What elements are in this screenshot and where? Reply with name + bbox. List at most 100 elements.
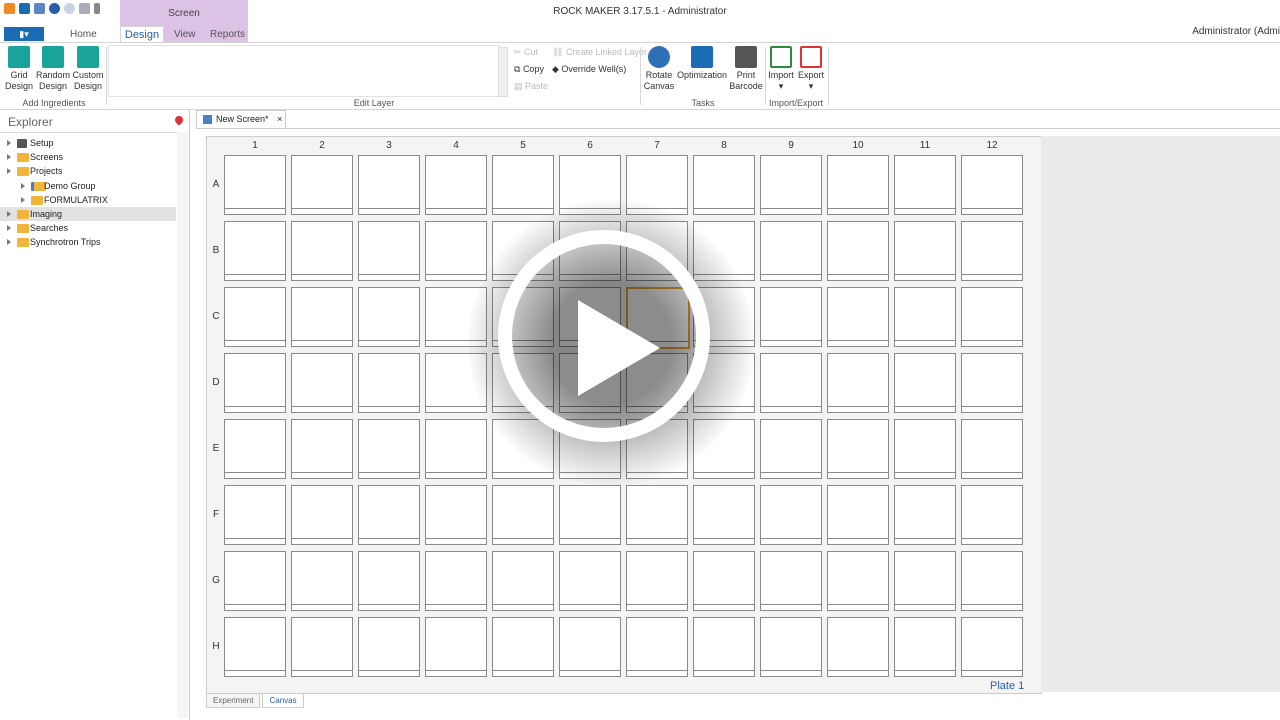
column-header[interactable]: 1 [224,140,286,151]
well[interactable] [961,419,1023,479]
well[interactable] [894,155,956,215]
well[interactable] [626,485,688,545]
well[interactable] [358,419,420,479]
tree-item[interactable]: Synchrotron Trips [0,235,176,249]
row-header[interactable]: G [210,575,222,586]
well[interactable] [961,617,1023,677]
random-design-button[interactable]: Random Design [36,46,70,92]
well[interactable] [760,155,822,215]
column-header[interactable]: 2 [291,140,353,151]
expand-arrow-icon[interactable] [7,140,11,146]
well[interactable] [425,617,487,677]
well[interactable] [492,485,554,545]
well[interactable] [358,155,420,215]
column-header[interactable]: 3 [358,140,420,151]
well[interactable] [425,551,487,611]
well[interactable] [425,221,487,281]
well[interactable] [961,155,1023,215]
well[interactable] [894,419,956,479]
well[interactable] [291,155,353,215]
well[interactable] [224,419,286,479]
well[interactable] [693,155,755,215]
well[interactable] [358,287,420,347]
well[interactable] [827,551,889,611]
well[interactable] [425,485,487,545]
well[interactable] [291,287,353,347]
tree-item[interactable]: Projects [0,164,176,178]
well[interactable] [224,287,286,347]
well[interactable] [760,419,822,479]
well[interactable] [559,617,621,677]
row-header[interactable]: H [210,641,222,652]
well[interactable] [224,155,286,215]
tab-canvas[interactable]: Canvas [262,693,304,708]
tree-item[interactable]: Screens [0,150,176,164]
well[interactable] [894,287,956,347]
tree-item[interactable]: Searches [0,221,176,235]
tab-home[interactable]: Home [70,29,97,40]
well[interactable] [291,551,353,611]
well[interactable] [291,353,353,413]
tab-reports[interactable]: Reports [210,29,245,40]
well[interactable] [693,551,755,611]
column-header[interactable]: 9 [760,140,822,151]
well[interactable] [425,419,487,479]
column-header[interactable]: 12 [961,140,1023,151]
tab-new-screen[interactable]: New Screen* × [196,110,286,128]
well[interactable] [358,221,420,281]
tab-view[interactable]: View [174,29,196,40]
expand-arrow-icon[interactable] [7,168,11,175]
well[interactable] [961,353,1023,413]
well[interactable] [894,551,956,611]
expand-arrow-icon[interactable] [21,196,25,203]
well[interactable] [291,419,353,479]
well[interactable] [693,485,755,545]
row-header[interactable]: B [210,245,222,256]
well[interactable] [760,287,822,347]
well[interactable] [961,485,1023,545]
well[interactable] [492,155,554,215]
user-label[interactable]: Administrator (Admi [1192,26,1280,37]
well[interactable] [291,221,353,281]
well[interactable] [559,551,621,611]
cut-button[interactable]: ✂ Cut [514,47,538,58]
well[interactable] [827,419,889,479]
row-header[interactable]: F [210,509,222,520]
well[interactable] [961,221,1023,281]
well[interactable] [224,353,286,413]
well[interactable] [291,617,353,677]
column-header[interactable]: 8 [693,140,755,151]
layer-list[interactable] [108,45,500,97]
well[interactable] [827,485,889,545]
well[interactable] [760,485,822,545]
rotate-canvas-button[interactable]: Rotate Canvas [643,46,675,92]
well[interactable] [626,617,688,677]
well[interactable] [827,617,889,677]
tab-experiment[interactable]: Experiment [206,693,261,708]
column-header[interactable]: 6 [559,140,621,151]
column-header[interactable]: 7 [626,140,688,151]
well[interactable] [224,551,286,611]
export-button[interactable]: Export ▾ [797,46,825,92]
well[interactable] [760,221,822,281]
well[interactable] [894,353,956,413]
print-barcode-button[interactable]: Print Barcode [729,46,763,92]
optimization-button[interactable]: Optimization [677,46,727,81]
well[interactable] [760,353,822,413]
expand-arrow-icon[interactable] [21,182,25,189]
close-icon[interactable]: × [277,114,282,124]
row-header[interactable]: A [210,179,222,190]
paste-button[interactable]: ▤ Paste [514,81,548,92]
column-header[interactable]: 10 [827,140,889,151]
copy-button[interactable]: ⧉ Copy [514,64,544,75]
tab-design[interactable]: Design [120,26,164,43]
create-linked-layer-button[interactable]: ⛓ Create Linked Layer [552,47,647,58]
tree-item[interactable]: Setup [0,136,176,150]
well[interactable] [827,221,889,281]
expand-arrow-icon[interactable] [7,154,11,161]
well[interactable] [827,287,889,347]
column-header[interactable]: 5 [492,140,554,151]
well[interactable] [961,287,1023,347]
well[interactable] [358,551,420,611]
row-header[interactable]: D [210,377,222,388]
